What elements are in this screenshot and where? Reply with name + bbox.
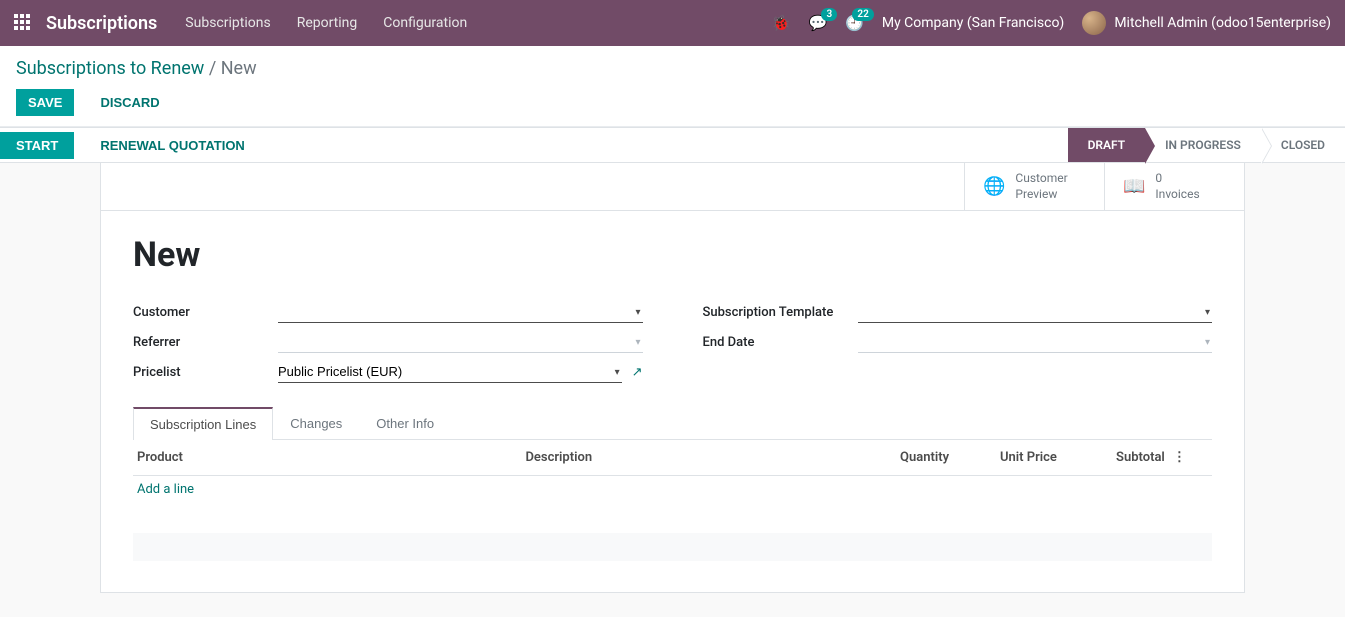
- avatar: [1082, 11, 1106, 35]
- activities-icon[interactable]: 🕘 22: [845, 14, 864, 32]
- customer-preview-label: Customer Preview: [1015, 171, 1067, 202]
- col-quantity: Quantity: [845, 440, 953, 476]
- customer-input[interactable]: [278, 301, 643, 323]
- apps-icon[interactable]: [14, 14, 32, 32]
- control-buttons: SAVE DISCARD: [16, 89, 1329, 116]
- status-actions: START RENEWAL QUOTATION: [0, 132, 257, 159]
- col-product: Product: [133, 440, 521, 476]
- customer-preview-l1: Customer: [1015, 171, 1067, 187]
- template-input[interactable]: [858, 301, 1213, 323]
- col-options-icon[interactable]: ⋮: [1169, 440, 1212, 476]
- company-selector[interactable]: My Company (San Francisco): [882, 15, 1064, 31]
- add-line-link[interactable]: Add a line: [137, 482, 194, 497]
- nav-menu: Subscriptions Reporting Configuration: [185, 15, 467, 31]
- form-sheet: 🌐 Customer Preview 📖 0 Invoices New: [100, 163, 1245, 593]
- customer-label: Customer: [133, 305, 278, 320]
- breadcrumb-sep: /: [209, 58, 221, 79]
- referrer-input[interactable]: [278, 331, 643, 353]
- referrer-label: Referrer: [133, 335, 278, 350]
- customer-preview-l2: Preview: [1015, 187, 1067, 203]
- record-title: New: [133, 235, 1212, 275]
- field-customer: Customer ▾: [133, 301, 643, 323]
- col-unit-price: Unit Price: [953, 440, 1061, 476]
- template-label: Subscription Template: [703, 305, 858, 320]
- nav-item-configuration[interactable]: Configuration: [383, 15, 467, 31]
- field-col-right: Subscription Template ▾ End Date ▾: [703, 301, 1213, 383]
- breadcrumb-current: New: [221, 58, 257, 79]
- invoices-count: 0: [1155, 171, 1199, 187]
- pricelist-label: Pricelist: [133, 365, 278, 380]
- globe-icon: 🌐: [983, 176, 1005, 197]
- tab-subscription-lines[interactable]: Subscription Lines: [133, 407, 273, 440]
- field-referrer: Referrer ▾: [133, 331, 643, 353]
- app-title[interactable]: Subscriptions: [46, 13, 157, 34]
- navbar: Subscriptions Subscriptions Reporting Co…: [0, 0, 1345, 46]
- invoices-button[interactable]: 📖 0 Invoices: [1104, 163, 1244, 210]
- field-col-left: Customer ▾ Referrer ▾: [133, 301, 643, 383]
- stage-in-progress[interactable]: IN PROGRESS: [1145, 128, 1261, 162]
- end-date-label: End Date: [703, 335, 858, 350]
- field-end-date: End Date ▾: [703, 331, 1213, 353]
- control-area: Subscriptions to Renew / New SAVE DISCAR…: [0, 46, 1345, 127]
- renewal-quotation-button[interactable]: RENEWAL QUOTATION: [88, 132, 256, 159]
- discard-button[interactable]: DISCARD: [88, 89, 171, 116]
- stage-closed[interactable]: CLOSED: [1261, 128, 1345, 162]
- status-stages: DRAFT IN PROGRESS CLOSED: [1068, 128, 1345, 162]
- customer-preview-button[interactable]: 🌐 Customer Preview: [964, 163, 1104, 210]
- invoices-l2: Invoices: [1155, 187, 1199, 203]
- messages-icon[interactable]: 💬 3: [808, 14, 827, 32]
- field-columns: Customer ▾ Referrer ▾: [133, 301, 1212, 383]
- activities-count: 22: [852, 8, 873, 21]
- breadcrumb: Subscriptions to Renew / New: [16, 58, 1329, 79]
- col-subtotal: Subtotal: [1061, 440, 1169, 476]
- invoices-label: 0 Invoices: [1155, 171, 1199, 202]
- summary-strip: [133, 533, 1212, 561]
- user-name: Mitchell Admin (odoo15enterprise): [1114, 15, 1331, 31]
- col-description: Description: [521, 440, 845, 476]
- user-menu[interactable]: Mitchell Admin (odoo15enterprise): [1082, 11, 1331, 35]
- start-button[interactable]: START: [0, 132, 74, 159]
- messages-count: 3: [821, 8, 837, 21]
- status-bar: START RENEWAL QUOTATION DRAFT IN PROGRES…: [0, 127, 1345, 163]
- stage-draft[interactable]: DRAFT: [1068, 128, 1146, 162]
- field-template: Subscription Template ▾: [703, 301, 1213, 323]
- save-button[interactable]: SAVE: [16, 89, 74, 116]
- tab-other-info[interactable]: Other Info: [359, 407, 451, 439]
- nav-right: 🐞 💬 3 🕘 22 My Company (San Francisco) Mi…: [772, 11, 1331, 35]
- tabs: Subscription Lines Changes Other Info: [133, 407, 1212, 440]
- sheet-header: 🌐 Customer Preview 📖 0 Invoices: [101, 163, 1244, 211]
- bug-icon[interactable]: 🐞: [772, 14, 791, 32]
- sheet-wrap: 🌐 Customer Preview 📖 0 Invoices New: [0, 163, 1345, 593]
- field-pricelist: Pricelist ▾ ↗: [133, 361, 643, 383]
- book-icon: 📖: [1123, 176, 1145, 197]
- lines-table: Product Description Quantity Unit Price …: [133, 440, 1212, 503]
- breadcrumb-parent[interactable]: Subscriptions to Renew: [16, 58, 204, 79]
- pricelist-input[interactable]: [278, 361, 622, 383]
- sheet-body: New Customer ▾ Referrer: [101, 211, 1244, 585]
- nav-item-subscriptions[interactable]: Subscriptions: [185, 15, 270, 31]
- external-link-icon[interactable]: ↗: [632, 365, 643, 380]
- end-date-input[interactable]: [858, 331, 1213, 353]
- nav-item-reporting[interactable]: Reporting: [297, 15, 358, 31]
- tab-changes[interactable]: Changes: [273, 407, 359, 439]
